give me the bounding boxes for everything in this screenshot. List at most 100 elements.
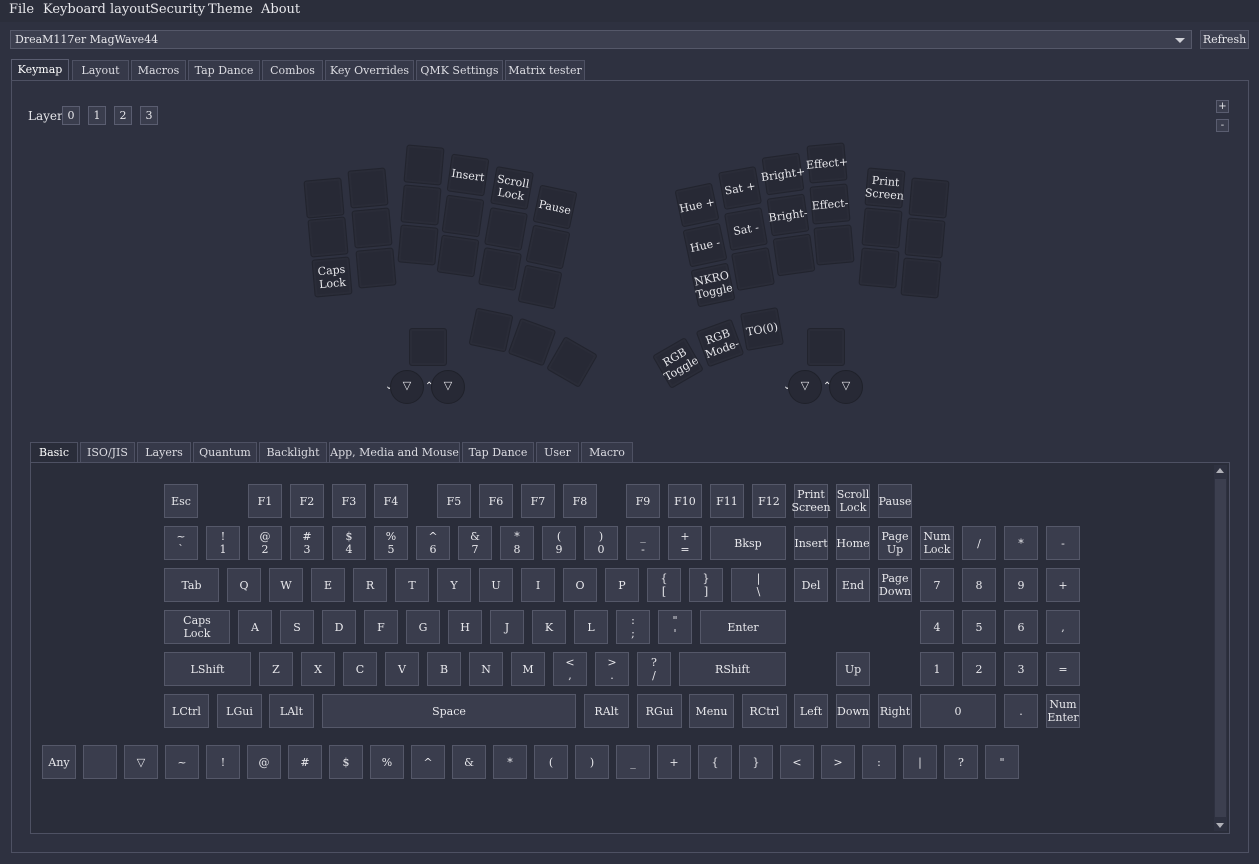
keycode-button[interactable]: Down xyxy=(836,694,870,728)
menu-file[interactable]: File xyxy=(9,2,34,17)
keycode-button[interactable]: C xyxy=(343,652,377,686)
tab-macros[interactable]: Macros xyxy=(131,60,186,80)
keyboard-key[interactable] xyxy=(908,177,950,219)
tab-iso-jis[interactable]: ISO/JIS xyxy=(80,442,135,462)
keycode-button[interactable]: 8 xyxy=(962,568,996,602)
keycode-button[interactable]: Q xyxy=(227,568,261,602)
keycode-button[interactable]: * xyxy=(1004,526,1038,560)
device-select[interactable]: DreaM117er MagWave44 xyxy=(10,30,1192,49)
keycode-button[interactable]: ~ ` xyxy=(164,526,198,560)
keycode-button[interactable]: N xyxy=(469,652,503,686)
keyboard-key[interactable] xyxy=(861,207,903,249)
keycode-button[interactable]: LShift xyxy=(164,652,251,686)
keycode-button[interactable]: F7 xyxy=(521,484,555,518)
keyboard-key[interactable] xyxy=(351,207,393,249)
keycode-button[interactable]: V xyxy=(385,652,419,686)
keyboard-key[interactable] xyxy=(807,328,845,366)
menu-keyboard-layout[interactable]: Keyboard layout xyxy=(43,2,151,17)
keycode-button[interactable]: ^ xyxy=(411,745,445,779)
keycode-button[interactable]: P xyxy=(605,568,639,602)
tab-basic[interactable]: Basic xyxy=(30,442,78,463)
keycode-button[interactable]: * xyxy=(493,745,527,779)
keyboard-key[interactable] xyxy=(355,247,397,289)
keycode-button[interactable]: F12 xyxy=(752,484,786,518)
keycode-button[interactable]: RAlt xyxy=(584,694,629,728)
keycode-button[interactable]: Num Lock xyxy=(920,526,954,560)
keycode-button[interactable]: O xyxy=(563,568,597,602)
layer-0-button[interactable]: 0 xyxy=(62,106,80,125)
tab-matrix-tester[interactable]: Matrix tester xyxy=(505,60,585,80)
keycode-button[interactable]: ! xyxy=(206,745,240,779)
layer-1-button[interactable]: 1 xyxy=(88,106,106,125)
keyboard-key[interactable]: Effect+ xyxy=(805,142,849,184)
keycode-button[interactable]: ^ 6 xyxy=(416,526,450,560)
keycode-button[interactable]: Menu xyxy=(689,694,734,728)
tab-macro[interactable]: Macro xyxy=(581,442,633,462)
keycode-button[interactable]: ~ xyxy=(165,745,199,779)
keycode-button[interactable]: L xyxy=(574,610,608,644)
keycode-button[interactable]: } xyxy=(739,745,773,779)
keycode-button[interactable]: F3 xyxy=(332,484,366,518)
keycode-button[interactable]: F9 xyxy=(626,484,660,518)
keycode-button[interactable]: < xyxy=(780,745,814,779)
keycode-button[interactable]: ▽ xyxy=(124,745,158,779)
keycode-button[interactable]: : ; xyxy=(616,610,650,644)
keycode-button[interactable]: S xyxy=(280,610,314,644)
keyboard-key[interactable] xyxy=(858,247,900,289)
keycode-button[interactable]: F11 xyxy=(710,484,744,518)
layer-3-button[interactable]: 3 xyxy=(140,106,158,125)
keycode-button[interactable]: Del xyxy=(794,568,828,602)
keycode-button[interactable]: , xyxy=(1046,610,1080,644)
keyboard-key[interactable]: Effect- xyxy=(809,183,851,225)
keyboard-key[interactable] xyxy=(441,194,485,238)
tab-quantum[interactable]: Quantum xyxy=(193,442,257,462)
keycode-button[interactable]: End xyxy=(836,568,870,602)
keycode-button[interactable]: & xyxy=(452,745,486,779)
keycode-button[interactable]: F5 xyxy=(437,484,471,518)
keycode-button[interactable]: Home xyxy=(836,526,870,560)
tab-qmk-settings[interactable]: QMK Settings xyxy=(416,60,503,80)
keycode-button[interactable]: RGui xyxy=(637,694,682,728)
scrollbar-thumb[interactable] xyxy=(1215,479,1226,817)
keycode-button[interactable]: Num Enter xyxy=(1046,694,1080,728)
keycode-button[interactable]: Right xyxy=(878,694,912,728)
keycode-button[interactable]: - xyxy=(1046,526,1080,560)
keyboard-key[interactable] xyxy=(468,307,514,353)
keycode-button[interactable]: 7 xyxy=(920,568,954,602)
keycode-button[interactable]: LAlt xyxy=(269,694,314,728)
keycode-button[interactable]: 6 xyxy=(1004,610,1038,644)
tab-backlight[interactable]: Backlight xyxy=(259,442,327,462)
keycode-button[interactable]: Page Up xyxy=(878,526,912,560)
keycode-button[interactable]: % xyxy=(370,745,404,779)
refresh-button[interactable]: Refresh xyxy=(1200,30,1249,49)
keycode-button[interactable]: * 8 xyxy=(500,526,534,560)
keycode-button[interactable]: Left xyxy=(794,694,828,728)
keycode-button[interactable]: # 3 xyxy=(290,526,324,560)
keycode-button[interactable]: = xyxy=(1046,652,1080,686)
tab-layers[interactable]: Layers xyxy=(137,442,191,462)
keycode-button[interactable]: Bksp xyxy=(710,526,786,560)
keycode-button[interactable]: { xyxy=(698,745,732,779)
keycode-button[interactable]: Pause xyxy=(878,484,912,518)
keyboard-key[interactable] xyxy=(400,184,442,226)
keycode-button[interactable]: " ' xyxy=(658,610,692,644)
keyboard-key[interactable] xyxy=(904,217,946,259)
keycode-button[interactable]: _ - xyxy=(626,526,660,560)
keycode-button[interactable]: / xyxy=(962,526,996,560)
keyboard-key[interactable]: Insert xyxy=(446,153,490,197)
tab-tap-dance[interactable]: Tap Dance xyxy=(188,60,260,80)
keycode-button[interactable]: T xyxy=(395,568,429,602)
keycode-button[interactable]: F2 xyxy=(290,484,324,518)
keyboard-key[interactable] xyxy=(436,234,480,278)
keycode-button[interactable]: J xyxy=(490,610,524,644)
keycode-button[interactable]: + xyxy=(1046,568,1080,602)
keycode-button[interactable]: B xyxy=(427,652,461,686)
scroll-up-icon[interactable] xyxy=(1216,468,1224,473)
keycode-button[interactable]: F10 xyxy=(668,484,702,518)
encoder-knob[interactable]: ▽ xyxy=(431,370,465,404)
palette-scrollbar[interactable] xyxy=(1214,465,1227,831)
menu-security[interactable]: Security xyxy=(150,2,205,17)
zoom-out-button[interactable]: - xyxy=(1216,119,1229,132)
keycode-button[interactable]: @ xyxy=(247,745,281,779)
keycode-button[interactable]: % 5 xyxy=(374,526,408,560)
